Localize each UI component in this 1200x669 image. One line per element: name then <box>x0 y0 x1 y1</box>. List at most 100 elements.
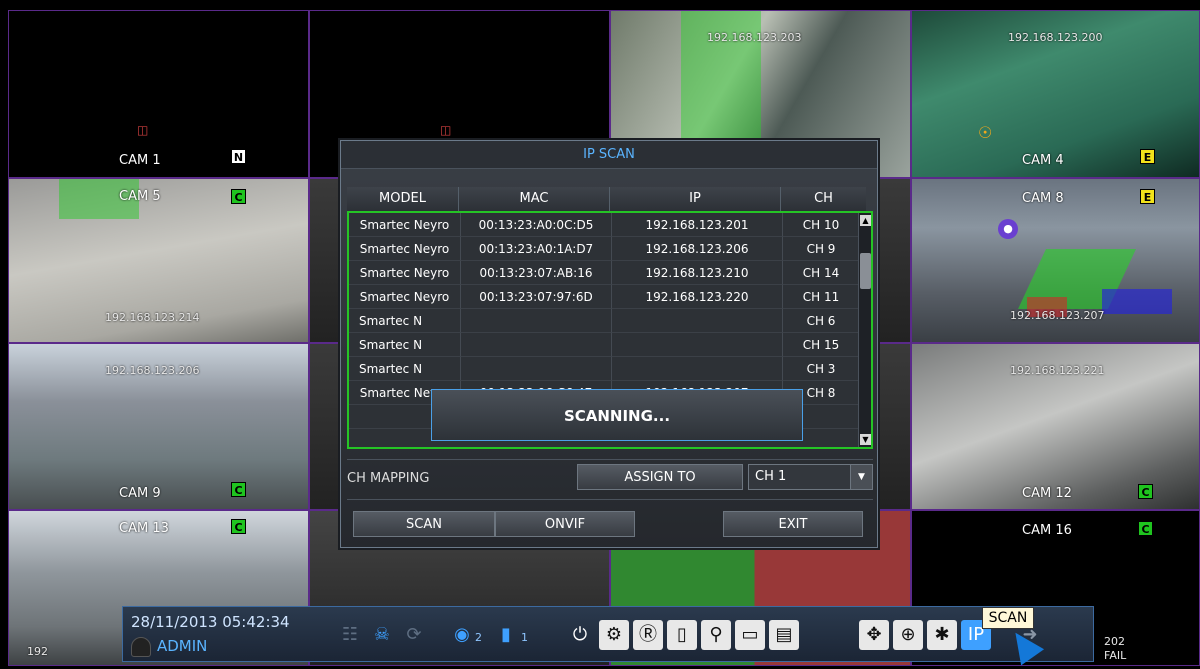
cell-model: Smartec N <box>349 357 461 381</box>
cam-ip: 192.168.123.200 <box>1008 31 1103 44</box>
channel-select[interactable]: CH 1 ▼ <box>748 464 873 490</box>
cam-ip: 202 <box>1104 635 1125 648</box>
cell-ip: 192.168.123.220 <box>612 285 783 309</box>
cell-ch: CH 6 <box>783 309 860 333</box>
cell-ip <box>612 333 783 357</box>
backup-icon[interactable]: ▯ <box>667 620 697 650</box>
cam-label: CAM 16 <box>1022 523 1072 538</box>
cell-model: Smartec Neyro <box>349 285 461 309</box>
divider <box>347 499 873 500</box>
onvif-button[interactable]: ONVIF <box>495 511 635 537</box>
search-icon[interactable]: ⚲ <box>701 620 731 650</box>
cell-ip <box>612 309 783 333</box>
cell-model: Smartec Neyro <box>349 237 461 261</box>
record-mode-badge: C <box>231 519 246 534</box>
cell-ip: 192.168.123.206 <box>612 237 783 261</box>
table-row[interactable]: Smartec Neyro 00:13:23:07:AB:16 192.168.… <box>349 261 860 285</box>
cam-label: CAM 9 <box>119 486 161 501</box>
cam-tile-5[interactable]: CAM 5 C 192.168.123.214 <box>8 178 309 343</box>
cam-tile-1[interactable]: ◫ CAM 1 N <box>8 10 309 178</box>
cam-label: CAM 4 <box>1022 153 1064 168</box>
cam-tile-4[interactable]: 192.168.123.200 ☉ CAM 4 E <box>911 10 1200 178</box>
cell-mac: 00:13:23:A0:0C:D5 <box>461 213 612 237</box>
cell-mac: 00:13:23:07:AB:16 <box>461 261 612 285</box>
no-video-icon: ◫ <box>137 123 149 137</box>
table-row[interactable]: Smartec N CH 15 <box>349 333 860 357</box>
scan-button[interactable]: SCAN <box>353 511 495 537</box>
cell-mac <box>461 357 612 381</box>
scanning-overlay: SCANNING... <box>431 389 803 441</box>
record-mode-badge: E <box>1140 149 1155 164</box>
table-row[interactable]: Smartec Neyro 00:13:23:A0:0C:D5 192.168.… <box>349 213 860 237</box>
cell-ip <box>612 357 783 381</box>
status-toolbar: 28/11/2013 05:42:34 ADMIN ☷ ☠ ⟳ ◉ 2 ▮ 1 … <box>122 606 1094 662</box>
cell-mac: 00:13:23:A0:1A:D7 <box>461 237 612 261</box>
log-icon[interactable]: ▤ <box>769 620 799 650</box>
datetime: 28/11/2013 05:42:34 <box>131 613 290 631</box>
table-row[interactable]: Smartec N CH 3 <box>349 357 860 381</box>
sync-icon: ⟳ <box>406 624 422 645</box>
analytics-icon[interactable]: Ⓡ <box>633 620 663 650</box>
cam-tile-12[interactable]: 192.168.123.221 CAM 12 C <box>911 343 1200 510</box>
dialog-title: IP SCAN <box>341 141 877 169</box>
table-row[interactable]: Smartec N CH 6 <box>349 309 860 333</box>
column-header-ip[interactable]: IP <box>610 187 781 211</box>
record-mode-badge: C <box>1138 521 1153 536</box>
zoom-icon[interactable]: ⊕ <box>893 620 923 650</box>
table-scrollbar[interactable]: ▲ ▼ <box>858 213 871 447</box>
usb-icon: ☠ <box>373 624 391 645</box>
cam-ip: 192.168.123.207 <box>1010 309 1105 322</box>
network-icon: ☷ <box>341 624 359 645</box>
cell-ch: CH 9 <box>783 237 860 261</box>
cell-ch: CH 11 <box>783 285 860 309</box>
cam-label: CAM 5 <box>119 189 161 204</box>
freeze-icon[interactable]: ✱ <box>927 620 957 650</box>
scroll-thumb[interactable] <box>860 253 871 289</box>
channel-select-value: CH 1 <box>755 469 787 484</box>
cell-ch: CH 15 <box>783 333 860 357</box>
ptz-move-icon[interactable]: ✥ <box>859 620 889 650</box>
table-row[interactable]: Smartec Neyro 00:13:23:07:97:6D 192.168.… <box>349 285 860 309</box>
cam-tile-9[interactable]: 192.168.123.206 CAM 9 C <box>8 343 309 510</box>
cam-ip: 192.168.123.221 <box>1010 364 1105 377</box>
hdd-icon: ◉ <box>454 624 470 645</box>
monitor-icon[interactable]: ▭ <box>735 620 765 650</box>
motion-icon: ☉ <box>978 123 993 142</box>
user-name: ADMIN <box>157 637 208 655</box>
cell-mac: 00:13:23:07:97:6D <box>461 285 612 309</box>
table-header: MODEL MAC IP CH <box>347 187 873 211</box>
record-mode-badge: C <box>231 482 246 497</box>
table-row[interactable]: Smartec Neyro 00:13:23:A0:1A:D7 192.168.… <box>349 237 860 261</box>
cell-model: Smartec Neyro <box>349 261 461 285</box>
column-header-mac[interactable]: MAC <box>459 187 610 211</box>
cam-label: CAM 13 <box>119 521 169 536</box>
user-avatar-icon <box>131 637 151 657</box>
cell-mac <box>461 333 612 357</box>
scroll-down-icon[interactable]: ▼ <box>860 434 871 445</box>
chevron-down-icon[interactable]: ▼ <box>850 465 872 489</box>
cell-ch: CH 14 <box>783 261 860 285</box>
cam-ip: 192 <box>27 645 48 658</box>
cell-ch: CH 3 <box>783 357 860 381</box>
no-video-icon: ◫ <box>440 123 452 137</box>
cam-label: CAM 8 <box>1022 191 1064 206</box>
record-mode-badge: E <box>1140 189 1155 204</box>
assign-to-button[interactable]: ASSIGN TO <box>577 464 743 490</box>
gear-icon[interactable]: ⚙ <box>599 620 629 650</box>
ip-scan-dialog: IP SCAN MODEL MAC IP CH Smartec Neyro 00… <box>340 140 878 548</box>
cam-ip: 192.168.123.203 <box>707 31 802 44</box>
cam-ip: 192.168.123.206 <box>105 364 200 377</box>
cam-tile-8[interactable]: ● CAM 8 E 192.168.123.207 <box>911 178 1200 343</box>
column-header-model[interactable]: MODEL <box>347 187 459 211</box>
cell-ch: CH 10 <box>783 213 860 237</box>
exit-button[interactable]: EXIT <box>723 511 863 537</box>
power-icon[interactable]: ⏻ <box>565 620 595 650</box>
column-header-ch[interactable]: CH <box>781 187 866 211</box>
hdd-count: 2 <box>475 631 482 644</box>
audio-channel: 1 <box>521 631 528 644</box>
scroll-up-icon[interactable]: ▲ <box>860 215 871 226</box>
cell-ip: 192.168.123.201 <box>612 213 783 237</box>
cell-ip: 192.168.123.210 <box>612 261 783 285</box>
cam-ip: 192.168.123.214 <box>105 311 200 324</box>
ch-mapping-label: CH MAPPING <box>347 471 430 486</box>
